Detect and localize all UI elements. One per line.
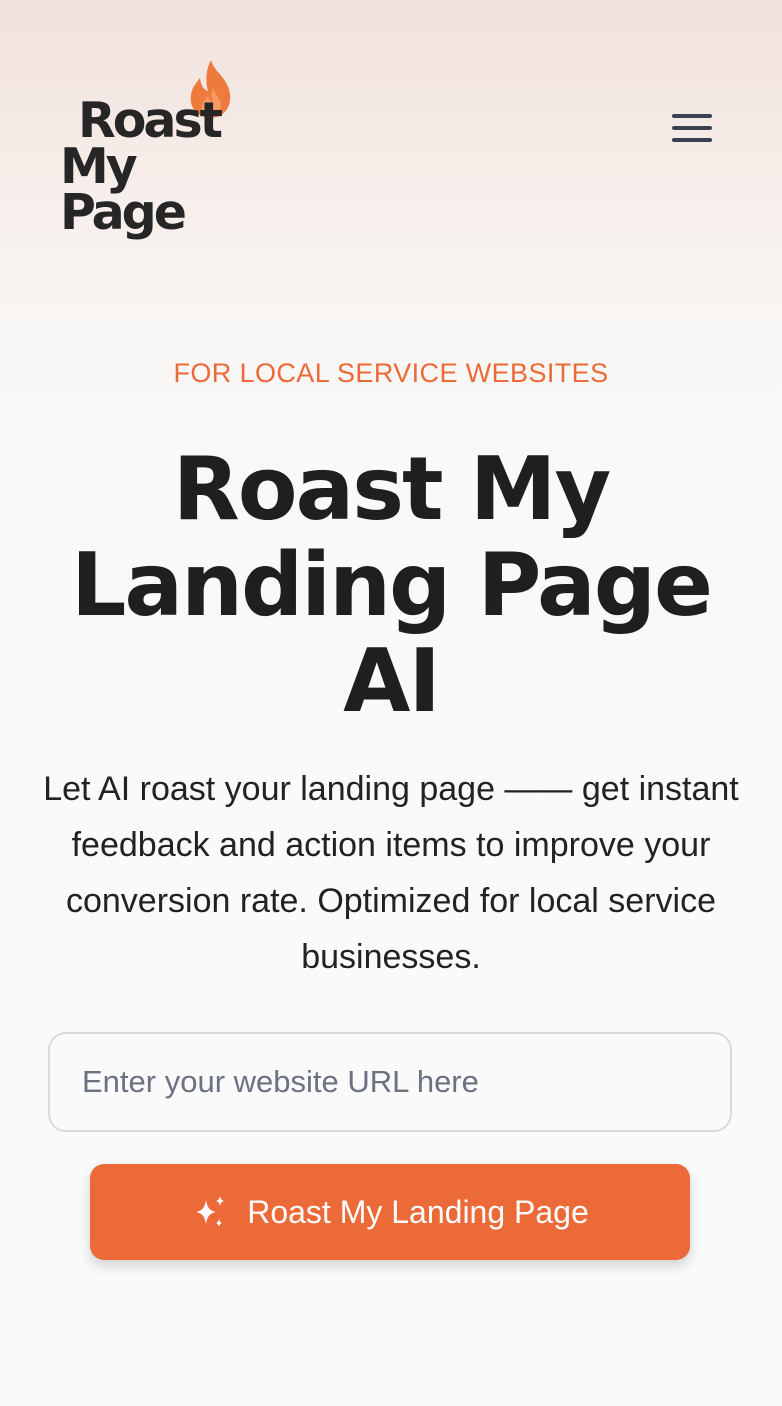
page: Roast My Page FOR LOCAL SERVICE WEBSITES… xyxy=(0,0,782,1406)
hamburger-menu-icon-bar xyxy=(672,126,712,130)
logo-line-my-page: My Page xyxy=(60,138,187,241)
logo-wordmark: Roast My Page xyxy=(60,96,266,241)
sparkles-icon xyxy=(196,1196,225,1227)
logo[interactable]: Roast My Page xyxy=(56,58,266,237)
hamburger-menu-icon-bar xyxy=(672,138,712,142)
hero-subtitle: Let AI roast your landing page —— get in… xyxy=(43,770,739,976)
roast-button-label: Roast My Landing Page xyxy=(247,1193,589,1230)
hamburger-menu-icon xyxy=(672,114,712,118)
roast-landing-page-button[interactable]: Roast My Landing Page xyxy=(90,1164,690,1260)
hero-eyebrow: FOR LOCAL SERVICE WEBSITES xyxy=(173,358,609,388)
menu-button[interactable] xyxy=(664,104,720,152)
hero-title: Roast My Landing Page AI xyxy=(70,438,713,732)
site-header: Roast My Page xyxy=(0,0,782,240)
website-url-input[interactable] xyxy=(48,1032,732,1132)
